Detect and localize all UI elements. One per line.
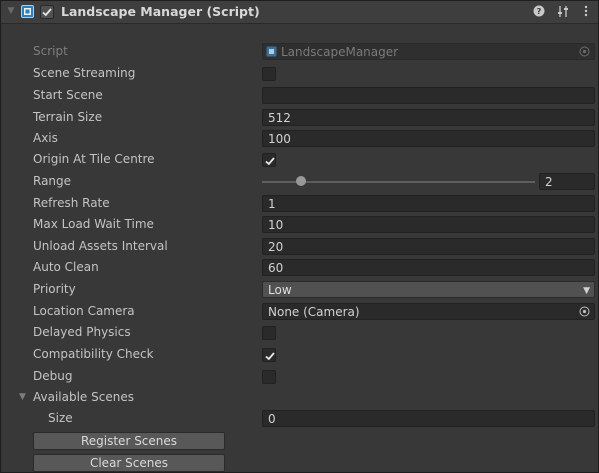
refresh-rate-row: Refresh Rate 1 (1, 193, 598, 214)
delayed-physics-row: Delayed Physics (1, 322, 598, 343)
range-input[interactable]: 2 (539, 173, 595, 190)
unload-assets-interval-input[interactable]: 20 (262, 238, 595, 255)
debug-row: Debug (1, 366, 598, 387)
scenes-size-label: Size (48, 411, 73, 425)
help-icon[interactable]: ? (532, 5, 546, 19)
compatibility-check-row: Compatibility Check (1, 344, 598, 365)
clear-scenes-button[interactable]: Clear Scenes (33, 454, 225, 472)
location-camera-row: Location Camera None (Camera) (1, 301, 598, 322)
terrain-size-label: Terrain Size (33, 110, 103, 124)
priority-value: Low (268, 283, 292, 297)
script-asset-icon (266, 46, 277, 57)
max-load-wait-time-row: Max Load Wait Time 10 (1, 214, 598, 235)
refresh-rate-label: Refresh Rate (33, 196, 110, 210)
script-row: Script LandscapeManager (1, 41, 598, 62)
script-field: LandscapeManager (262, 43, 595, 60)
dropdown-arrow-icon: ▼ (583, 286, 590, 296)
axis-label: Axis (33, 131, 58, 145)
priority-row: Priority Low ▼ (1, 279, 598, 300)
terrain-size-input[interactable]: 512 (262, 109, 595, 126)
script-value: LandscapeManager (281, 45, 399, 59)
location-camera-field[interactable]: None (Camera) (262, 303, 595, 320)
presets-icon[interactable] (556, 5, 570, 19)
axis-input[interactable]: 100 (262, 130, 595, 147)
component-header[interactable]: ▼ Landscape Manager (Script) ? (1, 1, 598, 24)
scene-streaming-row: Scene Streaming (1, 63, 598, 84)
scenes-size-row: Size 0 (1, 408, 598, 429)
register-scenes-button[interactable]: Register Scenes (33, 432, 225, 450)
unload-assets-interval-row: Unload Assets Interval 20 (1, 236, 598, 257)
available-scenes-foldout[interactable]: ▼ Available Scenes (1, 387, 598, 408)
compatibility-check-checkbox[interactable] (262, 348, 276, 362)
range-slider-thumb[interactable] (296, 176, 306, 186)
foldout-arrow-icon[interactable]: ▼ (19, 392, 26, 402)
location-camera-value: None (Camera) (268, 305, 360, 319)
origin-at-tile-centre-label: Origin At Tile Centre (33, 152, 155, 166)
object-picker-icon (579, 46, 590, 57)
script-icon (21, 5, 34, 18)
context-menu-icon[interactable] (579, 5, 593, 19)
compatibility-check-label: Compatibility Check (33, 347, 154, 361)
axis-row: Axis 100 (1, 128, 598, 149)
inspector-component: ▼ Landscape Manager (Script) ? Script La… (0, 0, 599, 473)
component-title: Landscape Manager (Script) (61, 4, 260, 19)
origin-at-tile-centre-checkbox[interactable] (262, 153, 276, 167)
checkmark-icon (42, 8, 52, 17)
refresh-rate-input[interactable]: 1 (262, 195, 595, 212)
start-scene-input[interactable] (262, 87, 595, 104)
priority-dropdown[interactable]: Low ▼ (262, 281, 595, 298)
max-load-wait-time-label: Max Load Wait Time (33, 217, 154, 231)
object-picker-icon[interactable] (579, 306, 590, 317)
start-scene-label: Start Scene (33, 88, 103, 102)
fold-arrow-icon[interactable]: ▼ (5, 5, 17, 17)
location-camera-label: Location Camera (33, 304, 135, 318)
max-load-wait-time-input[interactable]: 10 (262, 216, 595, 233)
checkmark-icon (265, 352, 275, 361)
range-label: Range (33, 174, 72, 188)
origin-at-tile-centre-row: Origin At Tile Centre (1, 149, 598, 170)
auto-clean-row: Auto Clean 60 (1, 257, 598, 278)
unload-assets-interval-label: Unload Assets Interval (33, 239, 168, 253)
terrain-size-row: Terrain Size 512 (1, 107, 598, 128)
checkmark-icon (265, 157, 275, 166)
delayed-physics-label: Delayed Physics (33, 325, 131, 339)
component-enabled-checkbox[interactable] (40, 5, 54, 19)
scene-streaming-checkbox[interactable] (262, 67, 276, 81)
auto-clean-input[interactable]: 60 (262, 259, 595, 276)
start-scene-row: Start Scene (1, 85, 598, 106)
script-label: Script (33, 44, 68, 58)
priority-label: Priority (33, 282, 76, 296)
scene-streaming-label: Scene Streaming (33, 66, 136, 80)
debug-checkbox[interactable] (262, 370, 276, 384)
range-row: Range 2 (1, 171, 598, 192)
auto-clean-label: Auto Clean (33, 260, 99, 274)
svg-text:?: ? (537, 7, 542, 16)
scenes-size-input[interactable]: 0 (262, 410, 595, 427)
available-scenes-label: Available Scenes (33, 390, 134, 404)
delayed-physics-checkbox[interactable] (262, 326, 276, 340)
debug-label: Debug (33, 369, 73, 383)
